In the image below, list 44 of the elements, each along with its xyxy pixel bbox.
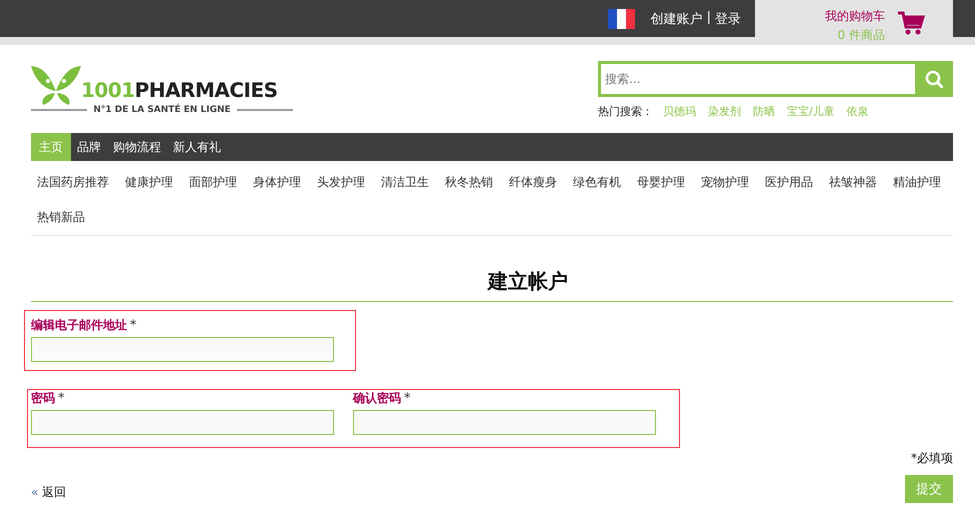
category-link[interactable]: 医护用品 <box>765 165 813 200</box>
separator: | <box>706 10 711 26</box>
nav-tab[interactable]: 品牌 <box>71 133 107 161</box>
logo[interactable]: 1001PHARMACIES N°1 DE LA SANTÉ EN LIGNE <box>31 61 293 127</box>
login-link[interactable]: 登录 <box>715 10 741 28</box>
input-field[interactable] <box>31 337 334 362</box>
category-link[interactable]: 面部护理 <box>189 165 237 200</box>
search-button[interactable] <box>915 61 953 97</box>
france-flag-icon <box>608 8 635 28</box>
create-account-link[interactable]: 创建账户 <box>650 10 703 28</box>
cart-count: 0 件商品 <box>838 27 885 44</box>
required-note: *必填项 <box>911 450 953 467</box>
category-link[interactable]: 绿色有机 <box>573 165 621 200</box>
category-link[interactable]: 法国药房推荐 <box>37 165 109 200</box>
required-mark: * <box>404 391 410 406</box>
required-mark: * <box>130 318 136 333</box>
nav-tab[interactable]: 购物流程 <box>107 133 167 161</box>
field-label: 编辑电子邮件地址 <box>31 318 127 332</box>
cart-title: 我的购物车 <box>825 8 885 25</box>
page-title: 建立帐户 <box>31 268 953 302</box>
input-field[interactable] <box>31 410 334 435</box>
category-link[interactable]: 母婴护理 <box>637 165 685 200</box>
category-link[interactable]: 精油护理 <box>893 165 941 200</box>
required-mark: * <box>58 391 64 406</box>
category-link[interactable]: 清洁卫生 <box>381 165 429 200</box>
logo-name: 1001PHARMACIES <box>81 79 278 101</box>
field-label: 确认密码 <box>353 391 401 405</box>
back-link[interactable]: « 返回 <box>31 484 66 501</box>
category-link[interactable]: 纤体瘦身 <box>509 165 557 200</box>
cart-icon <box>897 10 925 35</box>
category-link[interactable]: 健康护理 <box>125 165 173 200</box>
category-link[interactable]: 祛皱神器 <box>829 165 877 200</box>
category-link[interactable]: 身体护理 <box>253 165 301 200</box>
category-link[interactable]: 宠物护理 <box>701 165 749 200</box>
nav-tab[interactable]: 新人有礼 <box>167 133 227 161</box>
category-link[interactable]: 头发护理 <box>317 165 365 200</box>
hot-search-label: 热门搜索： <box>598 104 653 119</box>
search-field[interactable]: 搜索... <box>598 61 915 97</box>
category-link[interactable]: 热销新品 <box>37 200 85 235</box>
field-label: 密码 <box>31 391 55 405</box>
search-icon <box>925 70 943 88</box>
category-link[interactable]: 秋冬热销 <box>445 165 493 200</box>
input-field[interactable] <box>353 410 656 435</box>
logo-tagline: N°1 DE LA SANTÉ EN LIGNE <box>93 105 231 115</box>
